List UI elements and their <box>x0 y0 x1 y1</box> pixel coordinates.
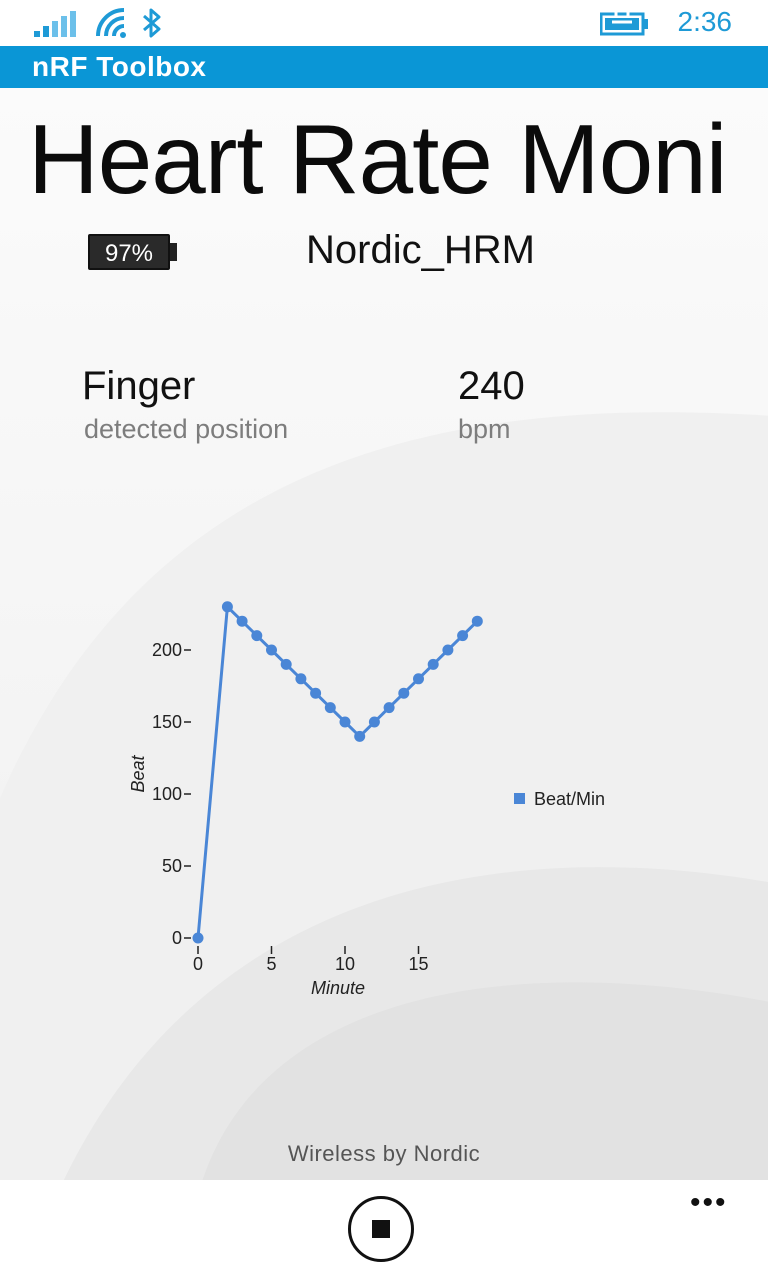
y-axis-ticks: 0 50 100 150 200 <box>152 640 191 948</box>
status-time: 2:36 <box>677 6 733 37</box>
data-point <box>368 716 380 728</box>
signal-icon <box>34 11 76 37</box>
y-tick-label: 0 <box>172 928 182 948</box>
battery-level: 97% <box>104 240 154 267</box>
y-tick-label: 150 <box>152 712 182 732</box>
data-point <box>339 716 351 728</box>
app-title: nRF Toolbox <box>32 51 207 82</box>
page-title: Heart Rate Moni <box>28 104 728 214</box>
sensor-position-label: detected position <box>84 414 289 444</box>
data-point <box>221 601 233 613</box>
data-point <box>354 730 366 742</box>
data-point <box>442 644 454 656</box>
device-battery-indicator: 97% <box>88 234 170 270</box>
data-point <box>324 702 336 714</box>
more-options-button[interactable]: ••• <box>690 1186 728 1220</box>
y-tick-label: 100 <box>152 784 182 804</box>
battery-nub <box>170 243 177 261</box>
battery-charging-icon <box>600 10 648 36</box>
status-bar: 2:36 <box>0 0 768 46</box>
data-point <box>471 615 483 627</box>
data-point <box>236 615 248 627</box>
footer-branding: Wireless by Nordic <box>287 1141 481 1166</box>
wifi-icon <box>96 8 126 38</box>
data-point <box>427 658 439 670</box>
app-bar: nRF Toolbox <box>0 46 768 88</box>
x-tick-label: 0 <box>193 954 203 974</box>
y-tick-label: 50 <box>162 856 182 876</box>
x-tick-label: 15 <box>408 954 428 974</box>
stop-icon <box>372 1220 390 1238</box>
x-tick-label: 10 <box>335 954 355 974</box>
data-point <box>295 673 307 685</box>
legend-label: Beat/Min <box>534 789 605 809</box>
sensor-position-value: Finger <box>82 364 196 408</box>
data-point <box>413 673 424 685</box>
data-point <box>383 702 395 714</box>
data-point <box>192 932 204 944</box>
device-name: Nordic_HRM <box>306 228 535 272</box>
y-axis-label: Beat <box>128 754 148 792</box>
data-point <box>310 687 322 699</box>
y-tick-label: 200 <box>152 640 182 660</box>
series-line <box>196 603 479 939</box>
data-point <box>398 687 410 699</box>
heart-rate-value: 240 <box>458 364 525 408</box>
data-point <box>457 630 469 642</box>
data-point <box>280 658 292 670</box>
x-axis-ticks: 0 5 10 15 <box>193 946 429 974</box>
x-axis-label: Minute <box>311 978 365 998</box>
data-point <box>266 644 277 656</box>
data-point <box>251 630 263 642</box>
heart-rate-unit: bpm <box>458 414 511 444</box>
x-tick-label: 5 <box>266 954 276 974</box>
stop-button[interactable] <box>348 1196 414 1262</box>
legend-swatch <box>514 793 525 804</box>
heart-rate-chart: 0 50 100 150 200 0 5 10 15 Beat Minute Beat/Min <box>128 601 605 998</box>
bluetooth-icon <box>143 8 161 38</box>
